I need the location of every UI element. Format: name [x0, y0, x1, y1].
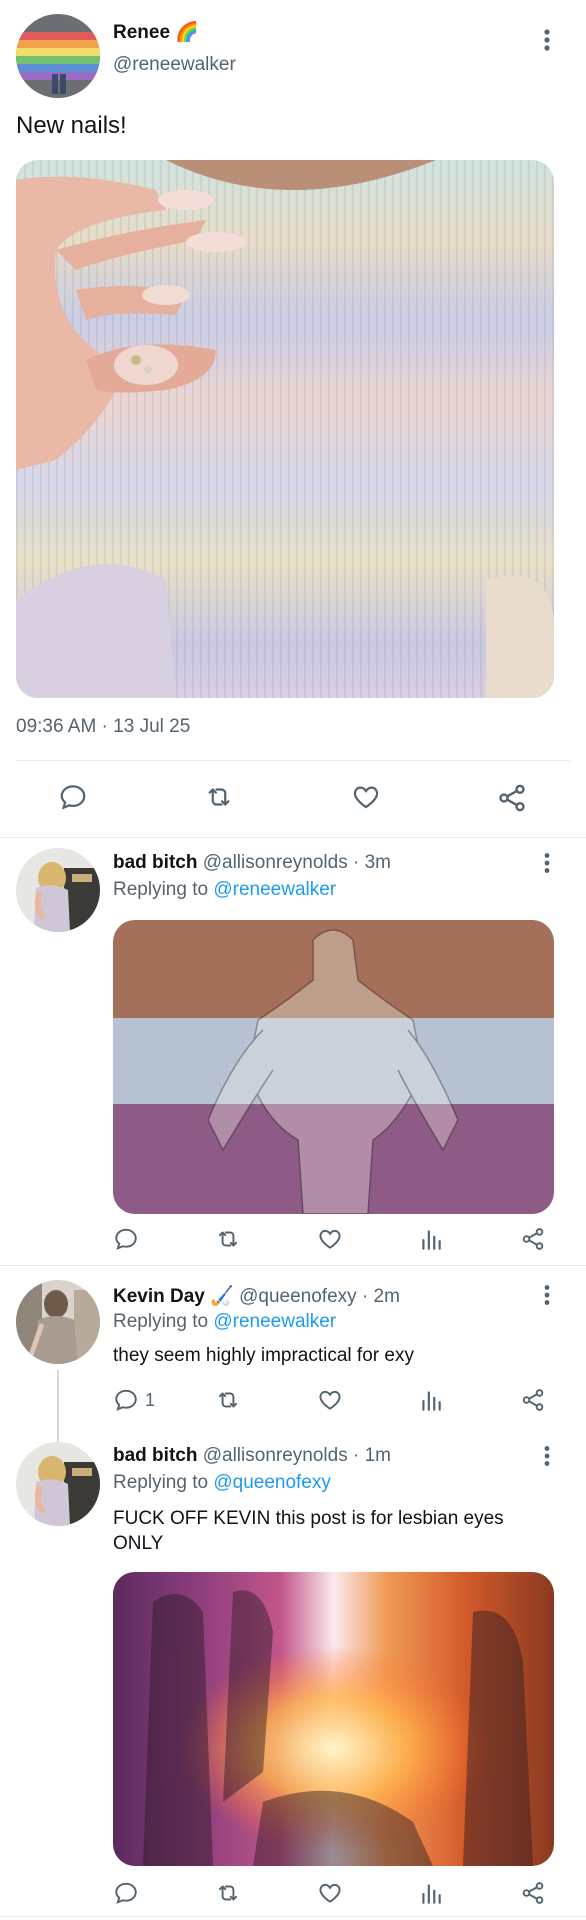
views-icon[interactable] [418, 1880, 444, 1906]
replying-to-link[interactable]: @queenofexy [213, 1472, 331, 1493]
reply-author-name[interactable]: Kevin Day [113, 1286, 205, 1307]
replying-to-label: Replying to [113, 1311, 209, 1332]
reply-3-text: FUCK OFF KEVIN this post is for lesbian … [113, 1506, 504, 1556]
like-icon[interactable] [316, 1226, 344, 1252]
reply-time: · 3m [352, 852, 391, 873]
replying-to-label: Replying to [113, 879, 209, 900]
replying-to-link[interactable]: @reneewalker [213, 1311, 336, 1332]
like-icon[interactable] [316, 1387, 344, 1413]
replying-to: Replying to @reneewalker [113, 1311, 336, 1333]
views-icon[interactable] [418, 1387, 444, 1413]
share-icon[interactable] [520, 1387, 546, 1413]
tweet-photo-nails[interactable] [16, 160, 554, 698]
avatar-allison[interactable] [16, 848, 100, 932]
replying-to: Replying to @reneewalker [113, 879, 336, 901]
reply-3-text-line-2: ONLY [113, 1533, 164, 1554]
reply-icon[interactable] [58, 782, 88, 812]
reply-author-handle[interactable]: @queenofexy [239, 1286, 357, 1307]
share-icon[interactable] [496, 782, 528, 814]
more-vertical-icon[interactable] [543, 1445, 551, 1467]
like-icon[interactable] [316, 1880, 344, 1906]
tweet-text: New nails! [16, 112, 127, 139]
reply-icon[interactable] [113, 1226, 139, 1252]
tweet-timestamp[interactable]: 09:36 AM · 13 Jul 25 [16, 716, 190, 738]
reply-3-text-line-1: FUCK OFF KEVIN this post is for lesbian … [113, 1508, 504, 1529]
reply-author-name[interactable]: bad bitch [113, 852, 197, 873]
thread-connector [57, 1370, 59, 1442]
more-vertical-icon[interactable] [543, 1284, 551, 1306]
reply-icon[interactable] [113, 1387, 139, 1413]
share-icon[interactable] [520, 1226, 546, 1252]
avatar-kevin[interactable] [16, 1280, 100, 1364]
like-icon[interactable] [350, 782, 382, 812]
more-vertical-icon[interactable] [543, 28, 551, 52]
rainbow-emoji-icon: 🌈 [175, 22, 199, 43]
reply-3-header: bad bitch @allisonreynolds · 1m [113, 1445, 391, 1467]
exy-stick-emoji-icon: 🏑 [210, 1286, 234, 1307]
author-name[interactable]: Renee 🌈 [113, 20, 199, 44]
retweet-icon[interactable] [214, 1880, 242, 1906]
avatar-allison[interactable] [16, 1442, 100, 1526]
author-handle[interactable]: @reneewalker [113, 54, 236, 76]
reply-icon[interactable] [113, 1880, 139, 1906]
reply-button[interactable]: 1 [113, 1387, 155, 1413]
reply-1-header: bad bitch @allisonreynolds · 3m [113, 852, 391, 874]
replying-to-label: Replying to [113, 1472, 209, 1493]
reply-1-image-flag-meme[interactable] [113, 920, 554, 1214]
reply-author-handle[interactable]: @allisonreynolds [203, 852, 348, 873]
reply-author-handle[interactable]: @allisonreynolds [203, 1445, 348, 1466]
reply-3-image-fire-meme[interactable] [113, 1572, 554, 1866]
reply-2-header: Kevin Day 🏑 @queenofexy · 2m [113, 1284, 400, 1308]
share-icon[interactable] [520, 1880, 546, 1906]
reply-time: · 2m [361, 1286, 400, 1307]
retweet-icon[interactable] [214, 1387, 242, 1413]
replying-to-link[interactable]: @reneewalker [213, 879, 336, 900]
reply-2-text: they seem highly impractical for exy [113, 1345, 414, 1366]
replying-to: Replying to @queenofexy [113, 1472, 331, 1494]
author-name-text[interactable]: Renee [113, 22, 170, 43]
avatar-renee[interactable] [16, 14, 100, 98]
reply-count: 1 [145, 1389, 156, 1410]
reply-author-name[interactable]: bad bitch [113, 1445, 197, 1466]
retweet-icon[interactable] [214, 1226, 242, 1252]
reply-time: · 1m [352, 1445, 391, 1466]
views-icon[interactable] [418, 1226, 444, 1252]
retweet-icon[interactable] [203, 782, 235, 812]
more-vertical-icon[interactable] [543, 852, 551, 874]
